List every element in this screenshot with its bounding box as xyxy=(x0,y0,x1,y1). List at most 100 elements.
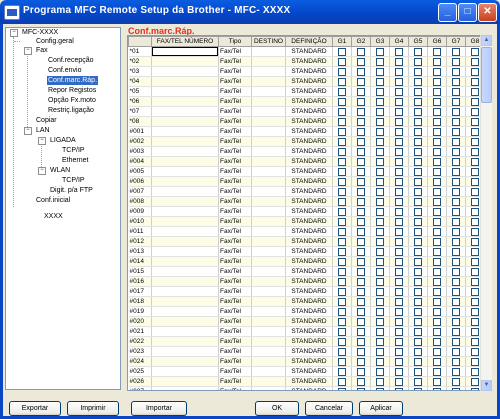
tree-item-opcao-fx-moto[interactable]: Opção Fx.moto xyxy=(48,96,96,105)
fax-tel-number-field[interactable] xyxy=(151,366,219,377)
group-3-checkbox[interactable] xyxy=(376,47,384,56)
fax-tel-number-field[interactable] xyxy=(151,86,219,97)
fax-tel-number-field[interactable] xyxy=(151,236,219,247)
group-3-checkbox[interactable] xyxy=(376,317,384,326)
definition-cell[interactable]: STANDARD xyxy=(285,306,333,317)
group-6-checkbox[interactable] xyxy=(433,247,441,256)
definition-cell[interactable]: STANDARD xyxy=(285,96,333,107)
type-cell[interactable]: Fax/Tel xyxy=(218,226,252,237)
group-2-checkbox[interactable] xyxy=(357,217,365,226)
definition-cell[interactable]: STANDARD xyxy=(285,356,333,367)
type-cell[interactable]: Fax/Tel xyxy=(218,376,252,387)
group-5-checkbox[interactable] xyxy=(414,127,422,136)
group-2-checkbox[interactable] xyxy=(357,247,365,256)
table-row[interactable]: *05 Fax/Tel STANDARD xyxy=(128,86,485,97)
group-4-checkbox[interactable] xyxy=(395,157,403,166)
destination-field[interactable] xyxy=(251,366,286,377)
group-1-checkbox[interactable] xyxy=(338,227,346,236)
group-5-checkbox[interactable] xyxy=(414,277,422,286)
group-6-checkbox[interactable] xyxy=(433,57,441,66)
group-4-checkbox[interactable] xyxy=(395,357,403,366)
group-2-checkbox[interactable] xyxy=(357,167,365,176)
fax-tel-number-field[interactable] xyxy=(151,286,219,297)
close-button[interactable]: ✕ xyxy=(478,3,497,22)
group-6-checkbox[interactable] xyxy=(433,97,441,106)
group-1-checkbox[interactable] xyxy=(338,237,346,246)
group-6-checkbox[interactable] xyxy=(433,197,441,206)
group-6-checkbox[interactable] xyxy=(433,327,441,336)
table-row[interactable]: *08 Fax/Tel STANDARD xyxy=(128,116,485,127)
group-8-checkbox[interactable] xyxy=(471,237,479,246)
definition-cell[interactable]: STANDARD xyxy=(285,156,333,167)
group-6-checkbox[interactable] xyxy=(433,207,441,216)
group-5-checkbox[interactable] xyxy=(414,197,422,206)
group-7-checkbox[interactable] xyxy=(452,87,460,96)
group-5-checkbox[interactable] xyxy=(414,97,422,106)
group-1-checkbox[interactable] xyxy=(338,327,346,336)
destination-field[interactable] xyxy=(251,186,286,197)
tree-item-restric-ligacao[interactable]: Restriç.ligação xyxy=(48,106,94,115)
group-3-checkbox[interactable] xyxy=(376,357,384,366)
group-1-checkbox[interactable] xyxy=(338,147,346,156)
group-5-checkbox[interactable] xyxy=(414,347,422,356)
group-1-checkbox[interactable] xyxy=(338,127,346,136)
group-7-checkbox[interactable] xyxy=(452,217,460,226)
group-5-checkbox[interactable] xyxy=(414,367,422,376)
collapse-icon[interactable]: − xyxy=(24,47,32,55)
fax-tel-number-field[interactable] xyxy=(151,116,219,127)
group-1-checkbox[interactable] xyxy=(338,47,346,56)
group-7-checkbox[interactable] xyxy=(452,327,460,336)
apply-button[interactable]: Aplicar xyxy=(359,401,403,416)
group-3-checkbox[interactable] xyxy=(376,77,384,86)
group-2-checkbox[interactable] xyxy=(357,377,365,386)
table-row[interactable]: #004 Fax/Tel STANDARD xyxy=(128,156,485,167)
group-4-checkbox[interactable] xyxy=(395,267,403,276)
destination-field[interactable] xyxy=(251,326,286,337)
group-6-checkbox[interactable] xyxy=(433,367,441,376)
group-2-checkbox[interactable] xyxy=(357,357,365,366)
group-4-checkbox[interactable] xyxy=(395,87,403,96)
definition-cell[interactable]: STANDARD xyxy=(285,246,333,257)
group-6-checkbox[interactable] xyxy=(433,167,441,176)
group-3-checkbox[interactable] xyxy=(376,87,384,96)
group-8-checkbox[interactable] xyxy=(471,47,479,56)
group-7-checkbox[interactable] xyxy=(452,57,460,66)
group-3-checkbox[interactable] xyxy=(376,187,384,196)
vertical-scrollbar[interactable]: ▲ ▼ xyxy=(480,35,492,391)
group-8-checkbox[interactable] xyxy=(471,247,479,256)
group-6-checkbox[interactable] xyxy=(433,127,441,136)
table-row[interactable]: #017 Fax/Tel STANDARD xyxy=(128,286,485,297)
group-6-checkbox[interactable] xyxy=(433,227,441,236)
group-5-checkbox[interactable] xyxy=(414,317,422,326)
group-8-checkbox[interactable] xyxy=(471,97,479,106)
group-6-checkbox[interactable] xyxy=(433,347,441,356)
table-row[interactable]: #011 Fax/Tel STANDARD xyxy=(128,226,485,237)
group-4-checkbox[interactable] xyxy=(395,217,403,226)
group-8-checkbox[interactable] xyxy=(471,177,479,186)
scroll-thumb[interactable] xyxy=(481,47,492,103)
group-7-checkbox[interactable] xyxy=(452,127,460,136)
group-5-checkbox[interactable] xyxy=(414,107,422,116)
group-8-checkbox[interactable] xyxy=(471,127,479,136)
group-6-checkbox[interactable] xyxy=(433,267,441,276)
definition-cell[interactable]: STANDARD xyxy=(285,196,333,207)
group-4-checkbox[interactable] xyxy=(395,107,403,116)
definition-cell[interactable]: STANDARD xyxy=(285,86,333,97)
group-5-checkbox[interactable] xyxy=(414,117,422,126)
type-cell[interactable]: Fax/Tel xyxy=(218,306,252,317)
group-8-checkbox[interactable] xyxy=(471,307,479,316)
group-6-checkbox[interactable] xyxy=(433,297,441,306)
group-2-checkbox[interactable] xyxy=(357,177,365,186)
type-cell[interactable]: Fax/Tel xyxy=(218,166,252,177)
group-5-checkbox[interactable] xyxy=(414,327,422,336)
fax-tel-number-field[interactable] xyxy=(151,196,219,207)
table-row[interactable]: #005 Fax/Tel STANDARD xyxy=(128,166,485,177)
table-row[interactable]: #009 Fax/Tel STANDARD xyxy=(128,206,485,217)
group-1-checkbox[interactable] xyxy=(338,377,346,386)
group-1-checkbox[interactable] xyxy=(338,337,346,346)
fax-tel-number-field[interactable] xyxy=(151,346,219,357)
destination-field[interactable] xyxy=(251,346,286,357)
group-4-checkbox[interactable] xyxy=(395,187,403,196)
group-6-checkbox[interactable] xyxy=(433,147,441,156)
group-4-checkbox[interactable] xyxy=(395,307,403,316)
